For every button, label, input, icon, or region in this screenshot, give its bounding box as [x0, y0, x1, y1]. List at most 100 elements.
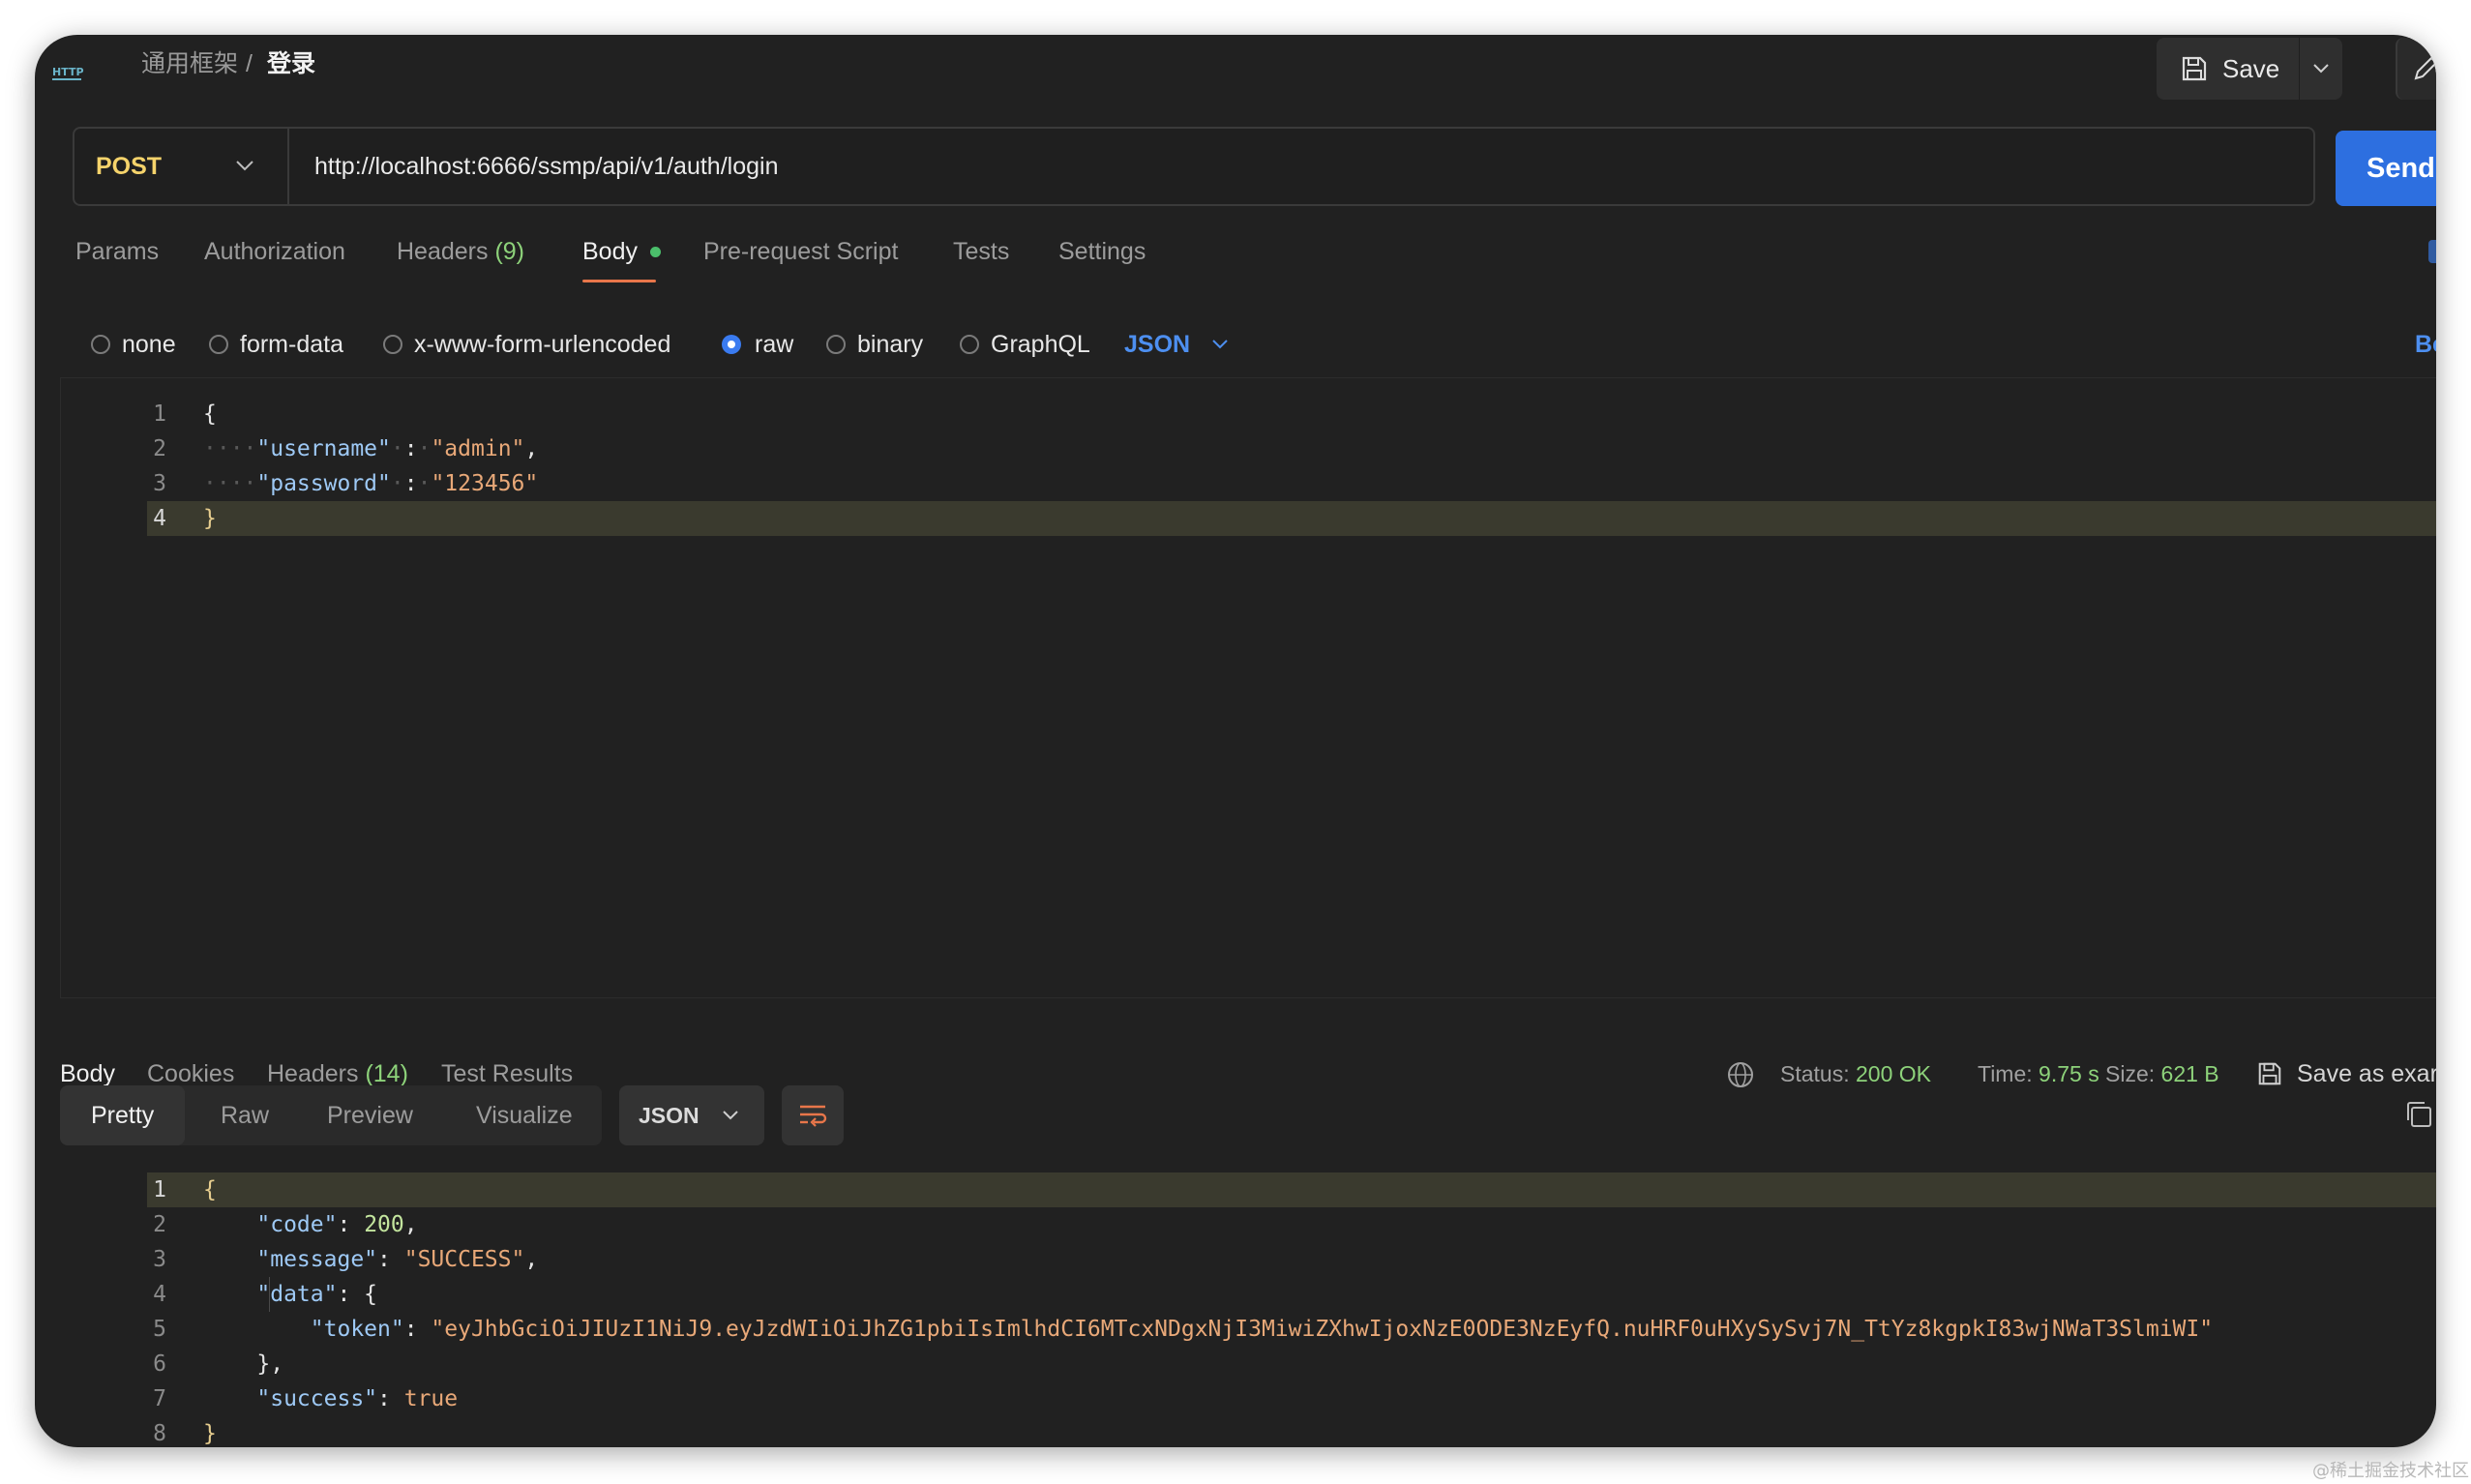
method-selector[interactable]: POST — [74, 129, 289, 204]
response-time[interactable]: Time: 9.75 s — [1978, 1054, 2099, 1093]
radio-form-data[interactable] — [209, 335, 228, 354]
size-label: Size: — [2105, 1061, 2156, 1086]
globe-icon[interactable] — [1726, 1060, 1755, 1089]
active-tab-underline — [582, 280, 656, 282]
method-label: POST — [96, 153, 163, 180]
response-size[interactable]: Size: 621 B — [2105, 1054, 2219, 1093]
svg-text:HTTP: HTTP — [52, 66, 84, 78]
tab-headers[interactable]: Headers (9) — [397, 234, 524, 269]
save-icon — [2258, 1062, 2281, 1085]
response-body-viewer[interactable]: 1 2 3 4 5 6 7 8 { "code": 200, "message"… — [70, 1172, 2436, 1447]
http-icon: HTTP — [50, 54, 85, 89]
code-line: } — [203, 1421, 217, 1446]
chevron-down-icon — [2313, 64, 2329, 74]
save-as-example-button[interactable]: Save as exar — [2256, 1054, 2436, 1093]
save-label: Save — [2222, 53, 2280, 83]
code-line: "data": { — [256, 1282, 378, 1307]
line-number: 1 — [153, 1177, 166, 1202]
tab-tests[interactable]: Tests — [953, 234, 1009, 269]
radio-urlencoded[interactable] — [383, 335, 402, 354]
tab-body-label: Body — [582, 238, 638, 265]
radio-label-raw: raw — [755, 331, 794, 358]
body-language-label: JSON — [1124, 331, 1191, 358]
code-line: { — [203, 401, 217, 427]
radio-raw[interactable] — [722, 335, 741, 354]
response-format-select[interactable]: JSON — [619, 1085, 764, 1145]
watermark: @稀土掘金技术社区 — [2312, 1461, 2469, 1481]
edit-button[interactable] — [2396, 38, 2436, 100]
radio-label-none: none — [122, 331, 176, 358]
breadcrumb-request-name[interactable]: 登录 — [267, 45, 315, 83]
tab-pre-request-script[interactable]: Pre-request Script — [703, 234, 898, 269]
code-line: { — [203, 1177, 217, 1202]
current-line-highlight — [147, 501, 2436, 536]
line-number: 8 — [153, 1421, 166, 1446]
time-value: 9.75 s — [2039, 1061, 2099, 1086]
chevron-down-icon — [723, 1111, 738, 1120]
radio-label-binary: binary — [857, 331, 924, 358]
view-mode-visualize[interactable]: Visualize — [476, 1085, 573, 1145]
body-modified-dot — [649, 247, 661, 257]
wrap-lines-icon — [800, 1105, 827, 1127]
size-value: 621 B — [2160, 1061, 2219, 1086]
line-number: 1 — [153, 401, 166, 427]
code-line: } — [203, 506, 217, 531]
radio-none[interactable] — [91, 335, 110, 354]
wrap-lines-button[interactable] — [782, 1085, 844, 1145]
radio-graphql[interactable] — [960, 335, 979, 354]
response-status[interactable]: Status: 200 OK — [1780, 1054, 1931, 1093]
app-window: HTTP 通用框架 / 登录 Save POST http://localhos… — [35, 35, 2436, 1447]
line-number: 3 — [153, 471, 166, 496]
code-line: "message": "SUCCESS", — [256, 1247, 539, 1272]
line-number: 6 — [153, 1351, 166, 1377]
save-options-button[interactable] — [2299, 38, 2342, 100]
response-tab-headers-count: (14) — [365, 1060, 408, 1087]
view-mode-preview[interactable]: Preview — [327, 1085, 413, 1145]
radio-binary[interactable] — [826, 335, 846, 354]
line-number: 5 — [153, 1317, 166, 1342]
line-number: 4 — [153, 506, 166, 531]
line-number: 3 — [153, 1247, 166, 1272]
body-language-select[interactable]: JSON — [1124, 325, 1228, 364]
time-label: Time: — [1978, 1061, 2033, 1086]
radio-label-graphql: GraphQL — [991, 331, 1090, 358]
tab-headers-label: Headers — [397, 238, 489, 265]
url-input[interactable]: http://localhost:6666/ssmp/api/v1/auth/l… — [314, 129, 778, 204]
line-number: 4 — [153, 1282, 166, 1307]
breadcrumb-collection[interactable]: 通用框架 — [141, 45, 238, 83]
radio-label-form-data: form-data — [240, 331, 343, 358]
pencil-icon — [2414, 56, 2436, 80]
response-format-label: JSON — [639, 1103, 700, 1128]
code-line: "token": "eyJhbGciOiJIUzI1NiJ9.eyJzdWIiO… — [310, 1317, 2214, 1342]
response-view-modes: Pretty Raw Preview Visualize — [60, 1085, 602, 1145]
line-number: 2 — [153, 436, 166, 461]
tab-authorization[interactable]: Authorization — [204, 234, 345, 269]
line-number: 2 — [153, 1212, 166, 1237]
tab-body[interactable]: Body — [582, 234, 661, 269]
copy-icon[interactable] — [2403, 1099, 2434, 1130]
save-as-example-label: Save as exar — [2297, 1060, 2436, 1087]
send-button[interactable]: Send — [2336, 131, 2436, 206]
view-mode-pretty[interactable]: Pretty — [60, 1085, 186, 1145]
cookies-link-cut[interactable] — [2428, 240, 2436, 263]
status-label: Status: — [1780, 1061, 1850, 1086]
tab-headers-count: (9) — [494, 238, 525, 265]
code-line: "success": true — [256, 1386, 459, 1411]
code-line: ····"username"·:·"admin", — [203, 436, 539, 461]
save-button[interactable]: Save — [2157, 38, 2342, 100]
status-value: 200 OK — [1856, 1061, 1931, 1086]
tab-params[interactable]: Params — [75, 234, 159, 269]
breadcrumb-separator: / — [246, 50, 253, 77]
code-line: }, — [256, 1351, 284, 1377]
beautify-link[interactable]: Be — [2415, 325, 2436, 364]
chevron-down-icon — [236, 161, 253, 171]
code-line: ····"password"·:·"123456" — [203, 471, 539, 496]
current-line-highlight — [147, 1172, 2436, 1207]
tab-settings[interactable]: Settings — [1058, 234, 1146, 269]
url-bar: POST http://localhost:6666/ssmp/api/v1/a… — [73, 127, 2315, 206]
chevron-down-icon — [1212, 340, 1228, 349]
line-number: 7 — [153, 1386, 166, 1411]
view-mode-raw[interactable]: Raw — [221, 1085, 269, 1145]
code-line: "code": 200, — [256, 1212, 418, 1237]
radio-label-urlencoded: x-www-form-urlencoded — [414, 331, 671, 358]
